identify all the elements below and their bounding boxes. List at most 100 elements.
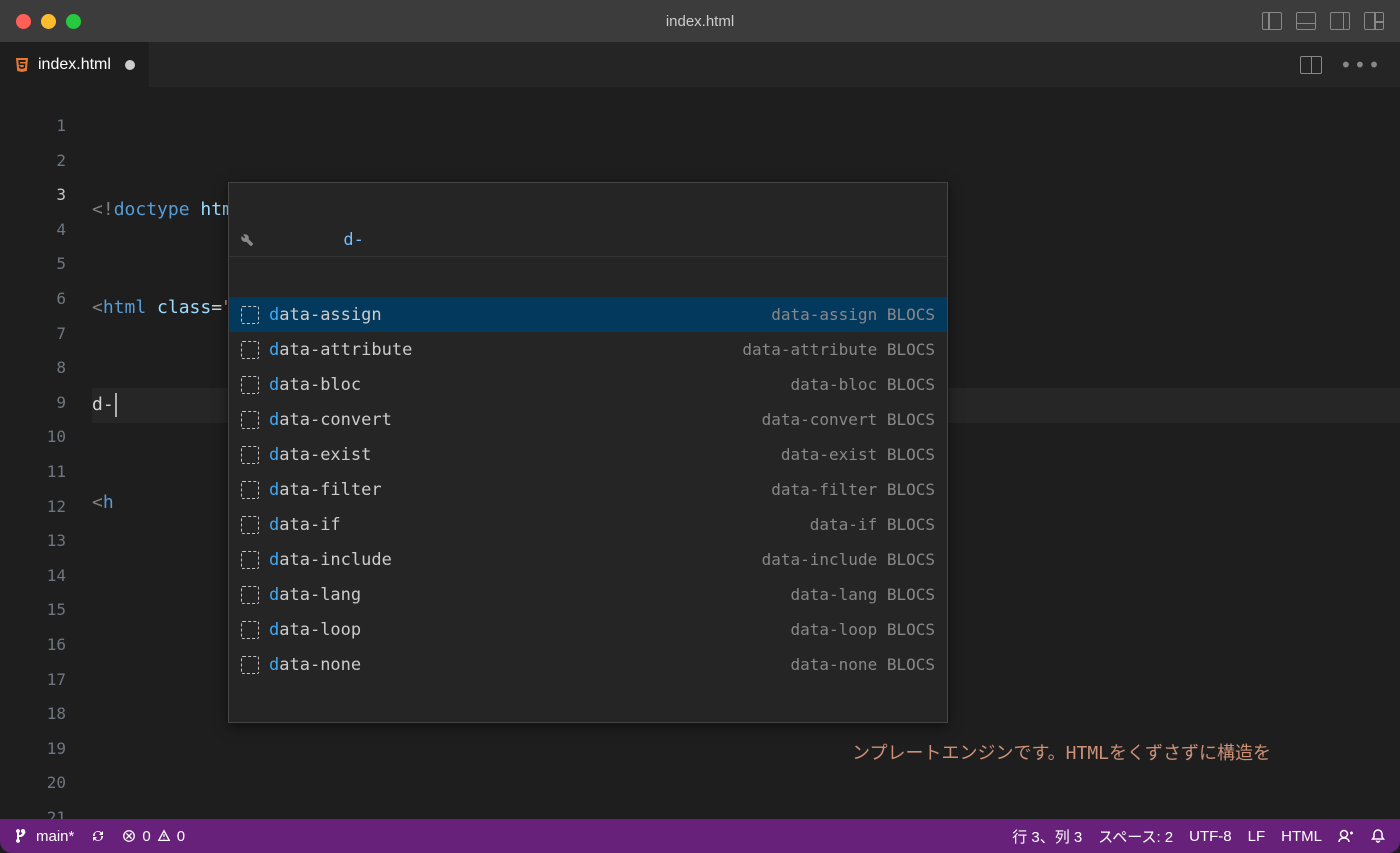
statusbar: main* 0 0 行 3、列 3 スペース: 2 UTF-8 LF HTML (0, 819, 1400, 853)
minimize-icon[interactable] (41, 14, 56, 29)
suggest-label: data-if (269, 515, 800, 535)
bell-icon (1370, 828, 1386, 844)
wrench-icon (239, 194, 335, 286)
suggest-label: data-attribute (269, 340, 732, 360)
cursor-icon (115, 393, 117, 417)
suggest-detail: data-filter BLOCS (771, 480, 935, 499)
suggest-query: d- (343, 230, 363, 250)
line-number: 3 (0, 178, 66, 213)
snippet-icon (241, 551, 259, 569)
snippet-icon (241, 306, 259, 324)
suggest-item[interactable]: data-convertdata-convert BLOCS (229, 402, 947, 437)
line-number: 12 (0, 490, 66, 525)
split-editor-icon[interactable] (1300, 56, 1322, 74)
branch-indicator[interactable]: main* (14, 828, 74, 845)
suggest-label: data-lang (269, 585, 781, 605)
window-title: index.html (666, 13, 734, 30)
line-gutter: 123456789101112131415161718192021 (0, 87, 92, 819)
suggest-item[interactable]: data-assigndata-assign BLOCS (229, 297, 947, 332)
line-number: 7 (0, 317, 66, 352)
suggest-header: d- (229, 223, 947, 257)
tabbar: index.html ••• (0, 42, 1400, 87)
suggest-label: data-include (269, 550, 752, 570)
line-number: 10 (0, 420, 66, 455)
line-number: 20 (0, 766, 66, 801)
suggest-item[interactable]: data-bloc data-bloc BLOCS (229, 367, 947, 402)
code-area[interactable]: <!doctype html> <html class="no-js" lang… (92, 87, 1400, 819)
panel-bottom-icon[interactable] (1296, 12, 1316, 30)
problems-indicator[interactable]: 0 0 (122, 828, 185, 845)
suggest-detail: data-exist BLOCS (781, 445, 935, 464)
line-number: 19 (0, 732, 66, 767)
layout-custom-icon[interactable] (1364, 12, 1384, 30)
suggest-detail: data-attribute BLOCS (742, 340, 935, 359)
indentation[interactable]: スペース: 2 (1098, 826, 1173, 847)
error-icon (122, 829, 136, 843)
suggest-item[interactable]: data-exist data-exist BLOCS (229, 437, 947, 472)
window-controls (16, 14, 81, 29)
line-number: 9 (0, 386, 66, 421)
feedback-icon (1338, 828, 1354, 844)
suggest-item[interactable]: data-nonedata-none BLOCS (229, 647, 947, 682)
line-number: 13 (0, 524, 66, 559)
suggest-label: data-exist (269, 445, 771, 465)
eol[interactable]: LF (1248, 828, 1266, 845)
bg-text: ンプレートエンジンです。HTMLをくずさずに構造を (852, 737, 1271, 772)
line-number: 11 (0, 455, 66, 490)
snippet-icon (241, 411, 259, 429)
line-number: 16 (0, 628, 66, 663)
suggest-label: data-loop (269, 620, 781, 640)
suggest-detail: data-loop BLOCS (791, 620, 936, 639)
suggest-label: data-filter (269, 480, 761, 500)
suggest-widget[interactable]: d- data-assigndata-assign BLOCSdata-attr… (228, 182, 948, 723)
line-number: 21 (0, 801, 66, 819)
suggest-detail: data-assign BLOCS (771, 305, 935, 324)
suggest-item[interactable]: data-loop data-loop BLOCS (229, 612, 947, 647)
cursor-position[interactable]: 行 3、列 3 (1012, 826, 1082, 847)
suggest-label: data-convert (269, 410, 752, 430)
suggest-label: data-none (269, 655, 781, 675)
titlebar: index.html (0, 0, 1400, 42)
line-number: 8 (0, 351, 66, 386)
branch-icon (14, 828, 30, 844)
snippet-icon (241, 481, 259, 499)
snippet-icon (241, 621, 259, 639)
line-number: 2 (0, 144, 66, 179)
snippet-icon (241, 516, 259, 534)
encoding[interactable]: UTF-8 (1189, 828, 1232, 845)
snippet-icon (241, 656, 259, 674)
language-mode[interactable]: HTML (1281, 828, 1322, 845)
html-file-icon (14, 57, 30, 73)
layout-controls (1262, 12, 1384, 30)
snippet-icon (241, 341, 259, 359)
warning-icon (157, 829, 171, 843)
notifications-button[interactable] (1370, 828, 1386, 844)
panel-left-icon[interactable] (1262, 12, 1282, 30)
panel-right-icon[interactable] (1330, 12, 1350, 30)
tab-label: index.html (38, 56, 111, 74)
zoom-icon[interactable] (66, 14, 81, 29)
line-number: 14 (0, 559, 66, 594)
close-icon[interactable] (16, 14, 31, 29)
sync-icon (90, 828, 106, 844)
suggest-label: data-bloc (269, 375, 781, 395)
snippet-icon (241, 376, 259, 394)
editor[interactable]: 123456789101112131415161718192021 <!doct… (0, 87, 1400, 819)
line-number: 6 (0, 282, 66, 317)
suggest-detail: data-bloc BLOCS (791, 375, 936, 394)
suggest-detail: data-lang BLOCS (791, 585, 936, 604)
suggest-detail: data-include BLOCS (762, 550, 935, 569)
more-icon[interactable]: ••• (1340, 53, 1382, 77)
sync-button[interactable] (90, 828, 106, 844)
line-number: 5 (0, 247, 66, 282)
suggest-detail: data-if BLOCS (810, 515, 935, 534)
suggest-item[interactable]: data-include data-include BLOCS (229, 542, 947, 577)
suggest-item[interactable]: data-if data-if BLOCS (229, 507, 947, 542)
suggest-item[interactable]: data-lang data-lang BLOCS (229, 577, 947, 612)
line-number: 15 (0, 593, 66, 628)
tab-indexhtml[interactable]: index.html (0, 42, 149, 87)
dirty-indicator-icon (125, 60, 135, 70)
suggest-item[interactable]: data-filter data-filter BLOCS (229, 472, 947, 507)
feedback-button[interactable] (1338, 828, 1354, 844)
suggest-item[interactable]: data-attribute data-attribute BLOCS (229, 332, 947, 367)
